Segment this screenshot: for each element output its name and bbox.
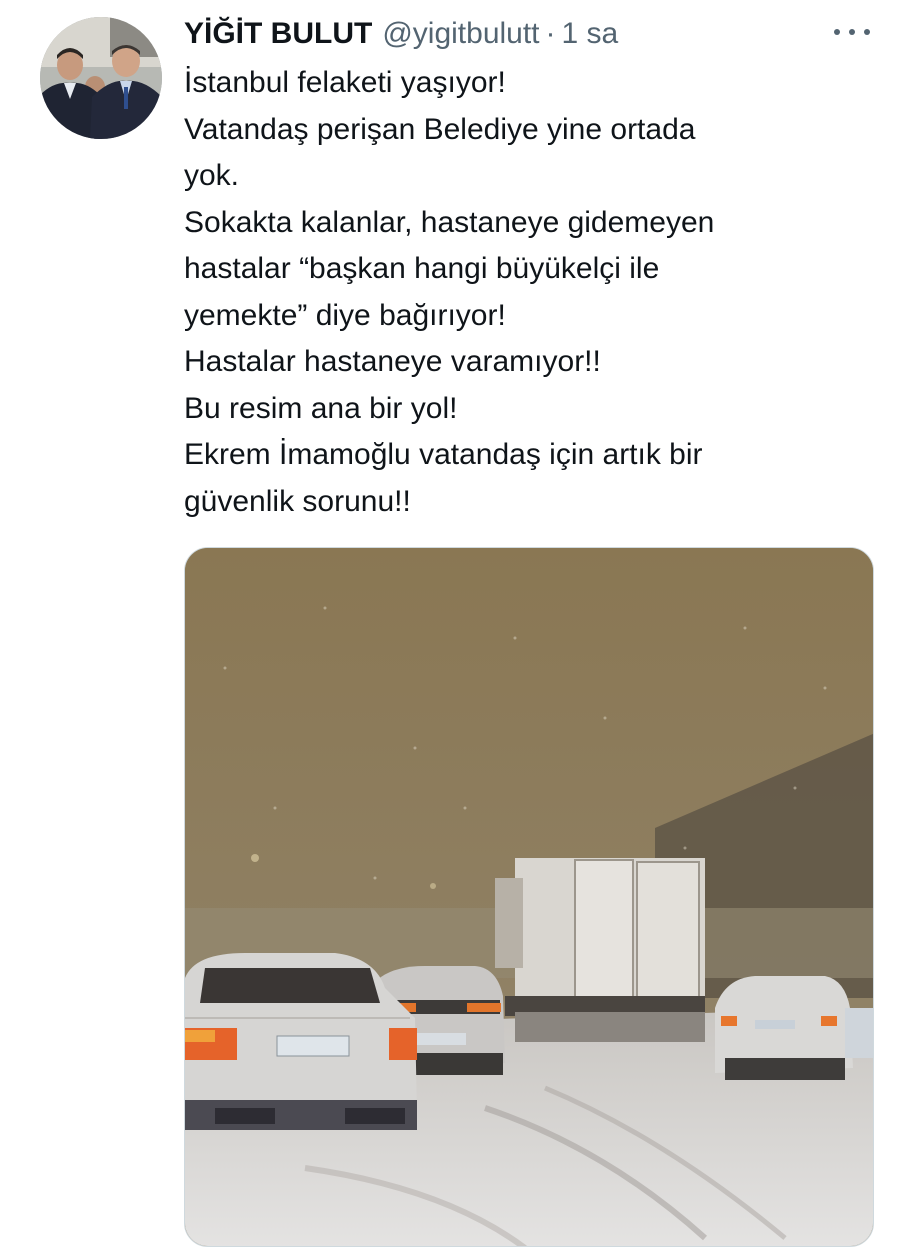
avatar-photo bbox=[40, 17, 162, 139]
tweet-text-line: Hastalar hastaneye varamıyor!! bbox=[184, 345, 601, 378]
more-dot bbox=[864, 29, 870, 35]
author-handle[interactable]: @yigitbulutt bbox=[382, 12, 539, 56]
tweet-text-line: yok. bbox=[184, 159, 240, 192]
tweet-media-photo[interactable] bbox=[184, 547, 874, 1247]
more-dot bbox=[834, 29, 840, 35]
timestamp[interactable]: 1 sa bbox=[562, 12, 619, 56]
snowy-road-photo bbox=[185, 548, 873, 1246]
tweet-text-line: Bu resim ana bir yol! bbox=[184, 391, 458, 425]
tweet-text-line: İstanbul felaketi yaşıyor! bbox=[184, 66, 506, 99]
tweet-text-line: Vatandaş perişan Belediye yine ortada bbox=[184, 112, 696, 146]
separator: · bbox=[545, 17, 556, 50]
tweet-text-line: hastalar “başkan hangi büyükelçi ile bbox=[184, 252, 660, 285]
tweet-text: İstanbul felaketi yaşıyor! Vatandaş peri… bbox=[184, 60, 874, 525]
more-icon[interactable] bbox=[834, 20, 870, 44]
avatar[interactable] bbox=[40, 17, 162, 139]
tweet-text-line: güvenlik sorunu!! bbox=[184, 484, 411, 518]
more-dot bbox=[849, 29, 855, 35]
author-name[interactable]: YİĞİT BULUT bbox=[184, 12, 372, 56]
tweet-text-line: yemekte” diye bağırıyor! bbox=[184, 298, 506, 332]
tweet-text-line: Ekrem İmamoğlu vatandaş için artık bir bbox=[184, 438, 703, 471]
tweet-text-line: Sokakta kalanlar, hastaneye gidemeyen bbox=[184, 205, 715, 239]
tweet-header: YİĞİT BULUT @yigitbulutt · 1 sa bbox=[184, 12, 618, 56]
